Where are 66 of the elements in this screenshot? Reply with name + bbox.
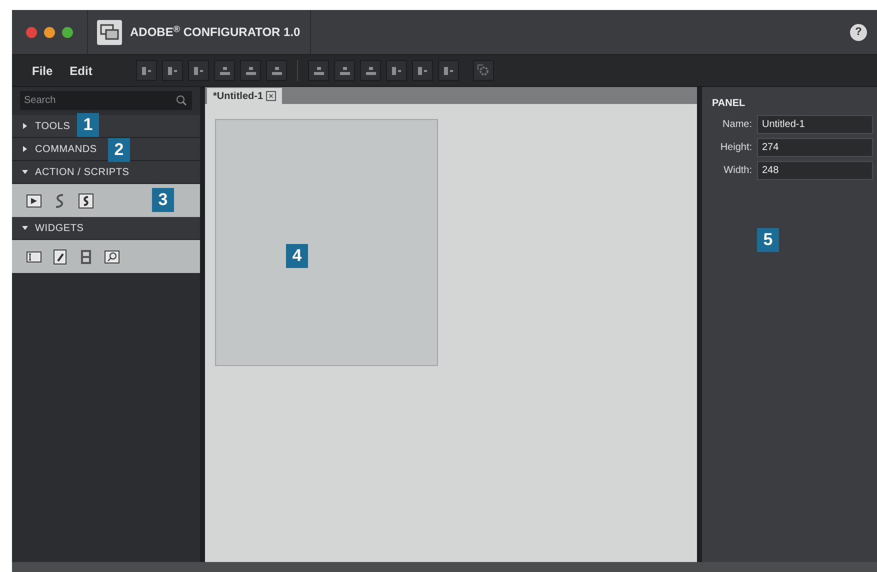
- align-icon: [416, 66, 428, 76]
- align-button[interactable]: [334, 60, 355, 81]
- align-button[interactable]: [136, 60, 157, 81]
- settings-button[interactable]: [473, 60, 494, 81]
- align-icon: [338, 66, 350, 76]
- field-label: Width:: [722, 164, 752, 178]
- menu-item[interactable]: File: [32, 62, 53, 80]
- field-label: Height:: [719, 141, 752, 155]
- align-icon: [312, 66, 324, 76]
- callout-number: 4: [286, 244, 308, 268]
- align-button[interactable]: [266, 60, 287, 81]
- panel-heading: PANEL: [712, 97, 746, 111]
- search-icon: [176, 95, 187, 106]
- align-icon: [192, 66, 204, 76]
- section-title: ACTION / SCRIPTS: [35, 166, 130, 180]
- align-button[interactable]: [162, 60, 183, 81]
- close-window-button[interactable]: [26, 26, 37, 38]
- align-icon: [244, 66, 256, 76]
- align-icon: [442, 66, 454, 76]
- menu-item[interactable]: Edit: [70, 62, 92, 80]
- expanded-arrow-icon: [22, 169, 28, 175]
- property-field[interactable]: 248: [757, 161, 873, 180]
- play-icon[interactable]: [26, 192, 42, 208]
- search-field[interactable]: Search: [20, 91, 192, 110]
- text-field-icon[interactable]: [26, 248, 42, 264]
- align-button[interactable]: [214, 60, 235, 81]
- callout-number: 3: [152, 188, 174, 212]
- expanded-arrow-icon: [22, 225, 28, 231]
- property-field[interactable]: Untitled-1: [757, 115, 873, 134]
- align-button[interactable]: [438, 60, 459, 81]
- collapsed-arrow-icon: [22, 123, 28, 129]
- app-logo-icon: [97, 20, 122, 44]
- align-button[interactable]: [308, 60, 329, 81]
- search-icon[interactable]: [104, 248, 120, 264]
- zoom-window-button[interactable]: [62, 26, 73, 38]
- window-title: ADOBE$^{®}$ CONFIGURATOR 1.0: [130, 23, 300, 41]
- align-button[interactable]: [412, 60, 433, 81]
- document-tab[interactable]: *Untitled-1 ×: [207, 88, 282, 104]
- align-icon: [140, 66, 152, 76]
- align-button[interactable]: [240, 60, 261, 81]
- align-icon: [218, 66, 230, 76]
- close-tab-button[interactable]: ×: [266, 91, 276, 101]
- align-icon: [390, 66, 402, 76]
- field-label: Name:: [722, 118, 752, 132]
- section-header[interactable]: ACTION / SCRIPTS: [12, 161, 200, 184]
- script-page-icon[interactable]: [78, 192, 94, 208]
- section-title: WIDGETS: [35, 222, 84, 236]
- edit-page-icon[interactable]: [52, 248, 68, 264]
- film-icon[interactable]: [78, 248, 94, 264]
- callout-number: 5: [757, 228, 779, 252]
- align-icon: [364, 66, 376, 76]
- property-field[interactable]: 274: [757, 138, 873, 157]
- section-title: COMMANDS: [35, 142, 97, 156]
- align-button[interactable]: [360, 60, 381, 81]
- align-button[interactable]: [386, 60, 407, 81]
- align-icon: [270, 66, 282, 76]
- section-title: TOOLS: [35, 120, 70, 134]
- section-header[interactable]: WIDGETS: [12, 217, 200, 240]
- callout-number: 2: [108, 138, 130, 162]
- minimize-window-button[interactable]: [44, 26, 55, 38]
- align-icon: [166, 66, 178, 76]
- help-icon[interactable]: ?: [850, 24, 867, 40]
- callout-number: 1: [77, 113, 99, 137]
- collapsed-arrow-icon: [22, 146, 28, 152]
- align-button[interactable]: [188, 60, 209, 81]
- settings-icon: [477, 64, 490, 77]
